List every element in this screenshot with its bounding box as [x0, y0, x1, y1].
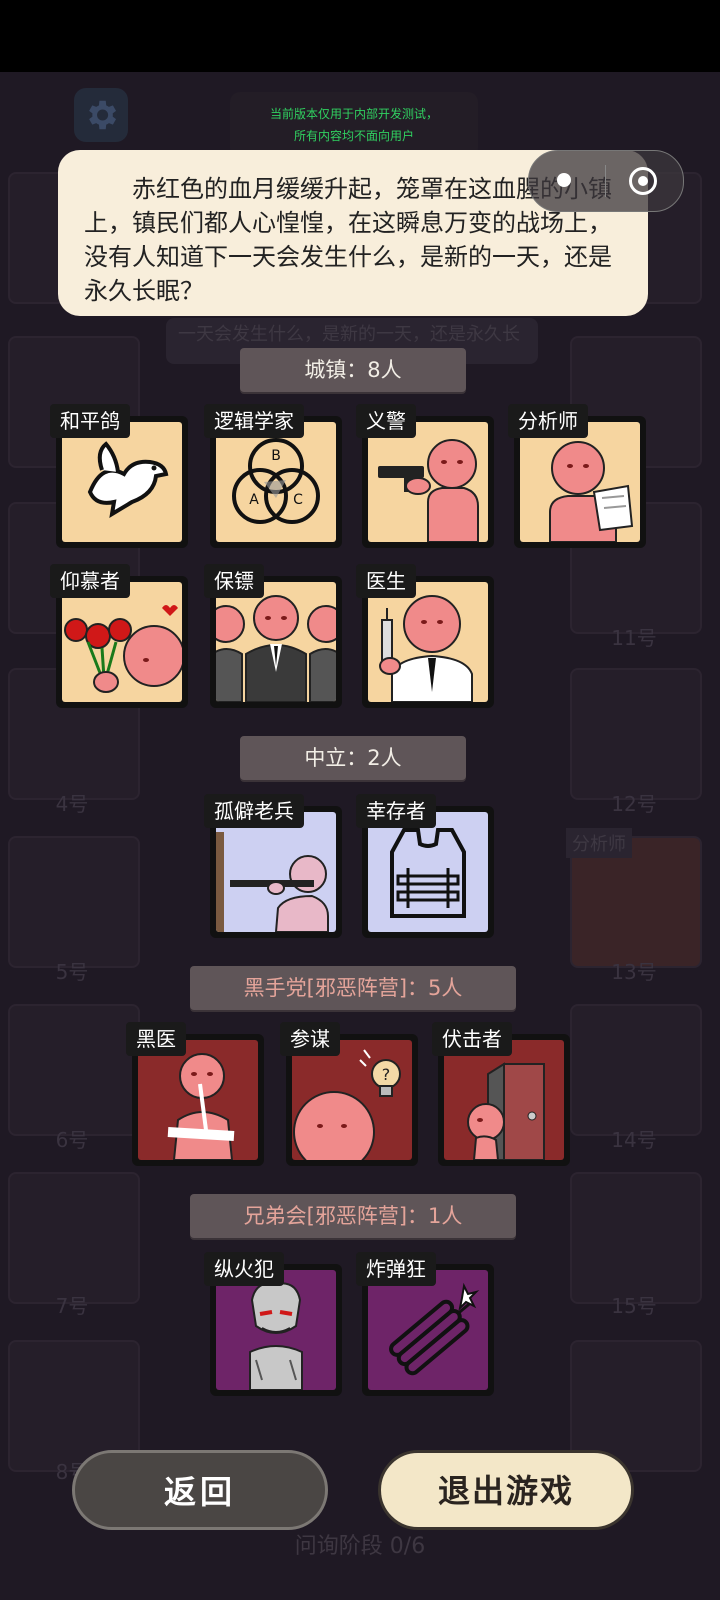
- player-slot: [570, 1172, 702, 1304]
- role-card-mafia-doctor[interactable]: 黑医: [126, 1022, 264, 1166]
- dynamite-icon: [389, 1282, 480, 1376]
- role-name: 逻辑学家: [204, 404, 304, 438]
- dev-notice: 当前版本仅用于内部开发测试， 所有内容均不面向用户: [230, 92, 478, 158]
- player-number: 14号: [611, 1128, 657, 1152]
- lightbulb-art: ?: [293, 1049, 401, 1160]
- role-name: 幸存者: [356, 794, 436, 828]
- role-name: 炸弹狂: [356, 1252, 436, 1286]
- role-name: 保镖: [204, 564, 264, 598]
- player-number: 12号: [611, 792, 657, 816]
- gear-icon: [89, 100, 117, 130]
- role-card-veteran[interactable]: 孤僻老兵: [204, 794, 342, 938]
- role-card-vigilante[interactable]: 义警: [356, 404, 494, 548]
- player-number: 13号: [611, 960, 657, 984]
- role-art: [216, 582, 336, 702]
- role-art: [216, 812, 336, 932]
- venn-letter: C: [293, 492, 303, 508]
- phase-indicator: 问询阶段 0/6: [294, 1534, 426, 1559]
- bandage-art: [167, 1053, 235, 1160]
- player-slot: [8, 1004, 140, 1136]
- door-ambush-art: [467, 1062, 545, 1160]
- venn-letter: A: [249, 492, 259, 508]
- role-name: 伏击者: [432, 1022, 512, 1056]
- section-mafia: 黑手党[邪恶阵营]：5人: [190, 966, 516, 1010]
- role-name: 和平鸽: [50, 404, 130, 438]
- role-art: [520, 422, 640, 542]
- player-slot: [8, 836, 140, 968]
- role-card-consigliere[interactable]: ? 参谋: [280, 1022, 418, 1166]
- exit-game-button[interactable]: 退出游戏: [378, 1450, 634, 1530]
- player-number: 15号: [611, 1294, 657, 1318]
- arsonist-art: [249, 1282, 303, 1390]
- role-card-survivor[interactable]: 幸存者: [356, 794, 494, 938]
- vest-icon: [390, 828, 466, 918]
- role-name: 参谋: [280, 1022, 340, 1056]
- dev-notice-line2: 所有内容均不面向用户: [293, 129, 414, 143]
- veteran-rifle-art: [216, 832, 329, 932]
- player-number: 6号: [55, 1128, 89, 1152]
- section-town: 城镇：8人: [240, 348, 466, 392]
- role-art: ?: [292, 1040, 412, 1160]
- role-art: [62, 422, 182, 542]
- role-name: 黑医: [126, 1022, 186, 1056]
- bodyguard-suits-art: [216, 595, 336, 702]
- venn-diagram-icon: B A C: [232, 438, 320, 524]
- player-slot: [8, 1172, 140, 1304]
- role-name: 孤僻老兵: [204, 794, 304, 828]
- player-number: 4号: [55, 792, 89, 816]
- svg-text:?: ?: [382, 1065, 391, 1084]
- role-card-logician[interactable]: B A C 逻辑学家: [204, 404, 342, 548]
- player-number: 5号: [55, 960, 89, 984]
- role-name: 义警: [356, 404, 416, 438]
- dev-notice-line1: 当前版本仅用于内部开发测试，: [269, 107, 438, 121]
- role-card-peace-dove[interactable]: 和平鸽: [50, 404, 188, 548]
- role-card-analyst[interactable]: 分析师: [508, 404, 646, 548]
- back-button[interactable]: 返回: [72, 1450, 328, 1530]
- settings-button[interactable]: [74, 88, 128, 142]
- analyst-paper-art: [549, 441, 634, 542]
- more-icon[interactable]: [557, 173, 571, 187]
- role-card-bomber[interactable]: 炸弹狂: [356, 1252, 494, 1396]
- capsule-divider: [605, 165, 606, 197]
- doctor-syringe-art: [379, 595, 473, 702]
- role-art: [368, 582, 488, 702]
- status-bar: [0, 0, 720, 72]
- role-art: [368, 422, 488, 542]
- player-number: 7号: [55, 1294, 89, 1318]
- close-icon[interactable]: [629, 167, 657, 195]
- player-slot: [570, 1004, 702, 1136]
- player-slot: [570, 668, 702, 800]
- role-art: B A C: [216, 422, 336, 542]
- vigilante-gun-art: [378, 439, 479, 542]
- role-art: [444, 1040, 564, 1160]
- role-art: [368, 812, 488, 932]
- role-card-bodyguard[interactable]: 保镖: [204, 564, 342, 708]
- role-art: [216, 1270, 336, 1390]
- dove-icon: [87, 441, 169, 518]
- miniprogram-capsule[interactable]: [528, 150, 684, 212]
- role-card-ambusher[interactable]: 伏击者: [432, 1022, 570, 1166]
- faded-role-tag: 分析师: [566, 828, 632, 858]
- role-name: 医生: [356, 564, 416, 598]
- role-name: 分析师: [508, 404, 588, 438]
- role-name: 仰慕者: [50, 564, 130, 598]
- player-number: 11号: [611, 626, 657, 650]
- role-art: [368, 1270, 488, 1390]
- venn-letter: B: [271, 448, 281, 464]
- role-card-doctor[interactable]: 医生: [356, 564, 494, 708]
- role-card-admirer[interactable]: 仰慕者: [50, 564, 188, 708]
- role-art: [138, 1040, 258, 1160]
- role-name: 纵火犯: [204, 1252, 284, 1286]
- role-art: [62, 582, 182, 702]
- section-brotherhood: 兄弟会[邪恶阵营]：1人: [190, 1194, 516, 1238]
- role-card-arsonist[interactable]: 纵火犯: [204, 1252, 342, 1396]
- admirer-roses-art: [64, 605, 182, 693]
- section-neutral: 中立：2人: [240, 736, 466, 780]
